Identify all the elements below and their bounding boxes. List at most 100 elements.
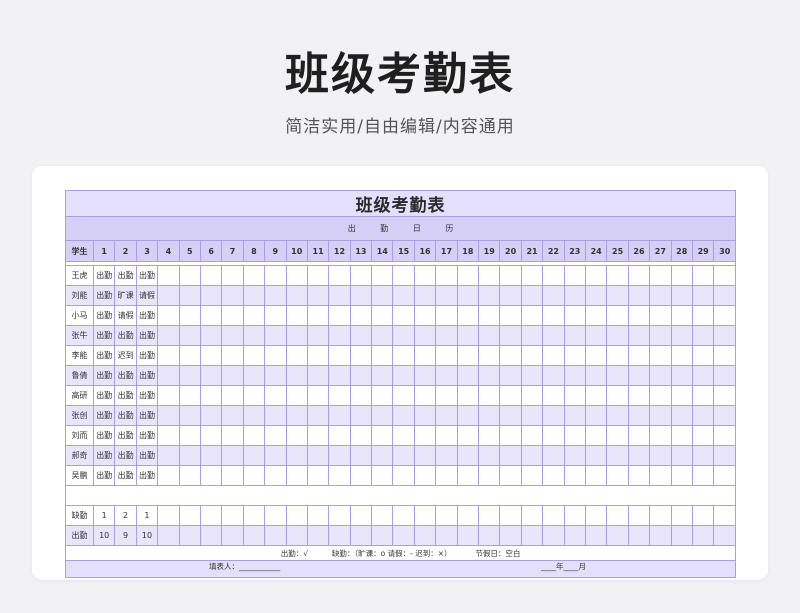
attendance-cell[interactable] [264, 325, 287, 346]
attendance-cell[interactable] [520, 325, 544, 346]
attendance-cell[interactable]: 出勤 [92, 465, 116, 486]
summary-cell[interactable] [478, 525, 501, 546]
summary-cell[interactable] [199, 505, 223, 526]
summary-cell[interactable] [178, 505, 201, 526]
attendance-cell[interactable] [349, 305, 373, 326]
attendance-cell[interactable] [328, 405, 351, 426]
attendance-cell[interactable] [349, 445, 373, 466]
attendance-cell[interactable]: 出勤 [92, 305, 116, 326]
attendance-cell[interactable] [221, 425, 244, 446]
attendance-cell[interactable] [670, 465, 693, 486]
attendance-cell[interactable] [563, 265, 586, 286]
attendance-cell[interactable] [584, 345, 608, 366]
summary-cell[interactable] [371, 525, 394, 546]
attendance-cell[interactable] [242, 445, 266, 466]
attendance-cell[interactable] [413, 365, 437, 386]
attendance-cell[interactable] [627, 465, 651, 486]
summary-cell[interactable] [713, 505, 737, 526]
attendance-cell[interactable] [242, 465, 266, 486]
attendance-cell[interactable] [306, 465, 330, 486]
attendance-cell[interactable] [306, 345, 330, 366]
attendance-cell[interactable] [157, 325, 180, 346]
attendance-cell[interactable] [242, 265, 266, 286]
attendance-cell[interactable] [349, 285, 373, 306]
summary-cell[interactable] [306, 505, 330, 526]
attendance-cell[interactable] [178, 405, 201, 426]
attendance-cell[interactable] [542, 465, 565, 486]
attendance-cell[interactable] [563, 305, 586, 326]
attendance-cell[interactable]: 出勤 [114, 385, 137, 406]
attendance-cell[interactable] [713, 385, 737, 406]
attendance-cell[interactable] [627, 405, 651, 426]
attendance-cell[interactable] [627, 265, 651, 286]
attendance-cell[interactable] [606, 405, 629, 426]
summary-cell[interactable] [264, 525, 287, 546]
attendance-cell[interactable] [563, 425, 586, 446]
attendance-cell[interactable] [435, 265, 458, 286]
attendance-cell[interactable] [178, 425, 201, 446]
attendance-cell[interactable] [413, 425, 437, 446]
attendance-cell[interactable] [478, 445, 501, 466]
attendance-cell[interactable] [242, 285, 266, 306]
attendance-cell[interactable] [691, 405, 715, 426]
attendance-cell[interactable]: 出勤 [92, 285, 116, 306]
attendance-cell[interactable] [285, 445, 308, 466]
attendance-cell[interactable] [178, 365, 201, 386]
summary-cell[interactable] [392, 505, 415, 526]
summary-cell[interactable] [649, 505, 672, 526]
attendance-cell[interactable] [649, 405, 672, 426]
attendance-cell[interactable] [264, 345, 287, 366]
attendance-cell[interactable] [157, 465, 180, 486]
attendance-cell[interactable] [713, 405, 737, 426]
attendance-cell[interactable] [520, 345, 544, 366]
attendance-cell[interactable] [499, 345, 522, 366]
attendance-cell[interactable] [157, 405, 180, 426]
attendance-cell[interactable] [306, 325, 330, 346]
attendance-cell[interactable] [649, 345, 672, 366]
attendance-cell[interactable] [499, 385, 522, 406]
attendance-cell[interactable] [478, 425, 501, 446]
attendance-cell[interactable] [649, 445, 672, 466]
attendance-cell[interactable] [563, 465, 586, 486]
attendance-cell[interactable] [478, 385, 501, 406]
summary-cell[interactable] [178, 525, 201, 546]
summary-cell[interactable] [499, 505, 522, 526]
attendance-cell[interactable] [221, 405, 244, 426]
attendance-cell[interactable] [713, 465, 737, 486]
attendance-cell[interactable] [563, 445, 586, 466]
attendance-cell[interactable] [670, 385, 693, 406]
attendance-cell[interactable] [178, 445, 201, 466]
attendance-cell[interactable] [691, 425, 715, 446]
summary-cell[interactable] [691, 525, 715, 546]
summary-cell[interactable] [627, 525, 651, 546]
attendance-cell[interactable] [413, 345, 437, 366]
attendance-cell[interactable] [306, 385, 330, 406]
attendance-cell[interactable] [584, 425, 608, 446]
attendance-cell[interactable] [199, 385, 223, 406]
attendance-cell[interactable] [478, 305, 501, 326]
attendance-cell[interactable] [371, 465, 394, 486]
attendance-cell[interactable] [178, 465, 201, 486]
attendance-cell[interactable] [520, 385, 544, 406]
attendance-cell[interactable] [221, 325, 244, 346]
attendance-cell[interactable] [328, 365, 351, 386]
attendance-cell[interactable] [520, 405, 544, 426]
attendance-cell[interactable] [285, 285, 308, 306]
attendance-cell[interactable] [713, 305, 737, 326]
attendance-cell[interactable] [627, 445, 651, 466]
summary-cell[interactable] [542, 505, 565, 526]
attendance-cell[interactable] [285, 265, 308, 286]
attendance-cell[interactable] [413, 445, 437, 466]
attendance-cell[interactable] [328, 265, 351, 286]
attendance-cell[interactable] [649, 465, 672, 486]
attendance-cell[interactable]: 出勤 [135, 305, 159, 326]
attendance-cell[interactable] [606, 445, 629, 466]
summary-cell[interactable] [627, 505, 651, 526]
attendance-cell[interactable]: 出勤 [92, 365, 116, 386]
attendance-cell[interactable] [542, 325, 565, 346]
summary-cell[interactable] [285, 505, 308, 526]
attendance-cell[interactable] [499, 325, 522, 346]
attendance-cell[interactable] [499, 405, 522, 426]
attendance-cell[interactable] [606, 345, 629, 366]
attendance-cell[interactable] [178, 305, 201, 326]
